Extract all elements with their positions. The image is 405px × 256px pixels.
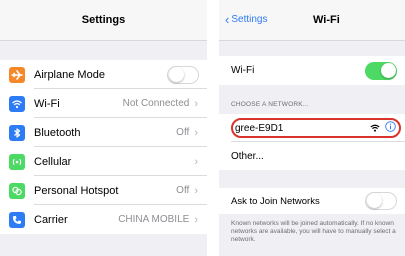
ask-join-label: Ask to Join Networks xyxy=(231,195,320,207)
chevron-right-icon: › xyxy=(194,155,198,168)
wifi-toggle-group: Wi-Fi xyxy=(219,56,405,85)
wifi-toggle-label: Wi-Fi xyxy=(231,65,255,76)
cellular-icon xyxy=(9,153,25,170)
settings-row-airplane-mode[interactable]: Airplane Mode xyxy=(0,60,207,89)
page-title: Settings xyxy=(81,14,126,26)
airplane-mode-toggle[interactable] xyxy=(167,65,199,84)
settings-row-bluetooth[interactable]: Bluetooth Off › xyxy=(0,118,207,147)
settings-screen: Settings Airplane Mode Wi-Fi Not Connect… xyxy=(0,0,207,256)
settings-row-wifi[interactable]: Wi-Fi Not Connected › xyxy=(0,89,207,118)
settings-row-label: Cellular xyxy=(34,155,72,168)
ask-join-group: Ask to Join Networks xyxy=(219,188,405,214)
chevron-right-icon: › xyxy=(194,213,198,226)
hotspot-status-value: Off xyxy=(176,185,190,196)
wifi-navbar: ‹ Settings Wi-Fi xyxy=(219,0,405,41)
page-title: Wi-Fi xyxy=(313,14,340,26)
wifi-status-value: Not Connected xyxy=(122,98,190,109)
network-highlight-outline xyxy=(231,118,401,138)
chevron-left-icon: ‹ xyxy=(225,11,230,27)
bluetooth-icon xyxy=(9,124,25,141)
chevron-right-icon: › xyxy=(194,126,198,139)
wifi-icon xyxy=(9,95,25,112)
settings-row-label: Carrier xyxy=(34,213,68,226)
settings-row-personal-hotspot[interactable]: Personal Hotspot Off › xyxy=(0,176,207,205)
settings-row-label: Wi-Fi xyxy=(34,97,60,110)
network-section-header: CHOOSE A NETWORK... xyxy=(231,101,309,108)
ask-join-row: Ask to Join Networks xyxy=(219,188,405,214)
settings-row-carrier[interactable]: Carrier CHINA MOBILE › xyxy=(0,205,207,234)
chevron-right-icon: › xyxy=(194,97,198,110)
carrier-value: CHINA MOBILE xyxy=(118,214,190,225)
wifi-screen: ‹ Settings Wi-Fi Wi-Fi CHOOSE A NETWORK.… xyxy=(219,0,405,256)
settings-row-cellular[interactable]: Cellular › xyxy=(0,147,207,176)
bluetooth-status-value: Off xyxy=(176,127,190,138)
chevron-right-icon: › xyxy=(194,184,198,197)
wifi-toggle-row: Wi-Fi xyxy=(219,56,405,85)
settings-navbar: Settings xyxy=(0,0,207,41)
settings-row-label: Bluetooth xyxy=(34,126,81,139)
airplane-icon xyxy=(9,66,25,83)
phone-icon xyxy=(9,211,25,228)
settings-row-label: Airplane Mode xyxy=(34,68,105,81)
hotspot-icon xyxy=(9,182,25,199)
settings-list: Airplane Mode Wi-Fi Not Connected › Blue… xyxy=(0,60,207,234)
other-network-label: Other... xyxy=(231,150,264,162)
other-network-row[interactable]: Other... xyxy=(219,142,405,170)
ask-join-footer: Known networks will be joined automatica… xyxy=(231,220,396,243)
ask-join-toggle[interactable] xyxy=(365,192,397,210)
wifi-toggle[interactable] xyxy=(365,61,397,80)
settings-row-label: Personal Hotspot xyxy=(34,184,119,197)
